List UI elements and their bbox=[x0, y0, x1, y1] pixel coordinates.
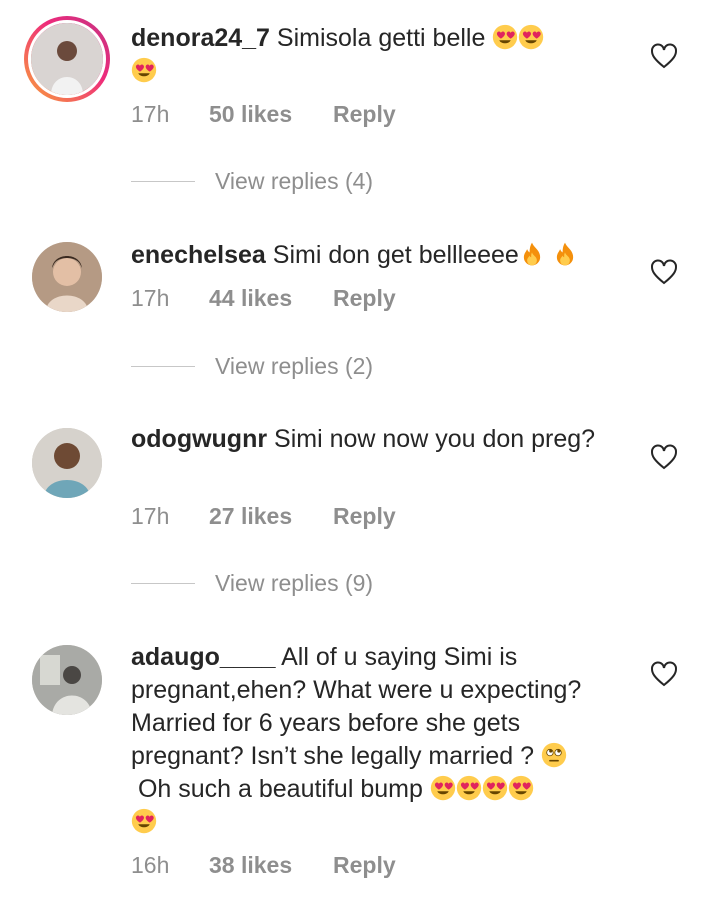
avatar[interactable] bbox=[32, 428, 102, 498]
comment-time: 17h bbox=[131, 101, 170, 127]
comment-username[interactable]: odogwugnr bbox=[131, 425, 267, 453]
heart-eyes-emoji bbox=[492, 24, 518, 50]
comment-meta: 16h 38 likes Reply bbox=[131, 852, 396, 879]
view-replies-label: View replies (4) bbox=[215, 167, 374, 194]
comment-body-continued: Oh such a beautiful bump bbox=[137, 775, 423, 803]
heart-eyes-emoji bbox=[131, 57, 157, 83]
comment-meta: 17h 50 likes Reply bbox=[131, 101, 396, 128]
comment-text: denora24_7 Simisola getti belle bbox=[131, 22, 631, 88]
avatar[interactable] bbox=[32, 645, 102, 715]
comment-username[interactable]: enechelsea bbox=[131, 241, 266, 269]
view-replies-label: View replies (9) bbox=[215, 569, 374, 596]
comment-meta: 17h 44 likes Reply bbox=[131, 285, 396, 312]
eye-roll-emoji bbox=[541, 742, 567, 768]
comment-text: enechelsea Simi don get bellleeee bbox=[131, 239, 631, 272]
heart-icon[interactable] bbox=[650, 444, 678, 470]
divider bbox=[131, 180, 195, 182]
comment-time: 17h bbox=[131, 285, 170, 311]
view-replies-button[interactable]: View replies (2) bbox=[131, 351, 373, 381]
comment-text: odogwugnr Simi now now you don preg? bbox=[131, 423, 631, 456]
avatar[interactable] bbox=[24, 16, 110, 102]
fire-emoji bbox=[519, 241, 545, 267]
reply-button[interactable]: Reply bbox=[333, 101, 396, 128]
comment-body: Simi don get bellleeee bbox=[272, 241, 519, 269]
view-replies-label: View replies (2) bbox=[215, 352, 374, 379]
comment-text: adaugo____ All of u saying Simi is pregn… bbox=[131, 641, 631, 839]
heart-icon[interactable] bbox=[650, 259, 678, 285]
view-replies-button[interactable]: View replies (9) bbox=[131, 568, 373, 598]
heart-eyes-emoji bbox=[518, 24, 544, 50]
profile-photo bbox=[32, 645, 102, 715]
profile-photo bbox=[32, 242, 102, 312]
comment-likes[interactable]: 27 likes bbox=[209, 503, 333, 530]
heart-eyes-emoji bbox=[508, 775, 534, 801]
profile-photo bbox=[32, 428, 102, 498]
reply-button[interactable]: Reply bbox=[333, 503, 396, 530]
comment-meta: 17h 27 likes Reply bbox=[131, 503, 396, 530]
comment-time: 16h bbox=[131, 852, 170, 878]
comment-time: 17h bbox=[131, 503, 170, 529]
avatar[interactable] bbox=[32, 242, 102, 312]
reply-button[interactable]: Reply bbox=[333, 852, 396, 879]
heart-icon[interactable] bbox=[650, 43, 678, 69]
profile-photo bbox=[31, 23, 103, 95]
comment-likes[interactable]: 44 likes bbox=[209, 285, 333, 312]
comment-username[interactable]: denora24_7 bbox=[131, 24, 270, 52]
view-replies-button[interactable]: View replies (4) bbox=[131, 166, 373, 196]
reply-button[interactable]: Reply bbox=[333, 285, 396, 312]
comment-body: Simisola getti belle bbox=[276, 24, 486, 52]
fire-emoji bbox=[552, 241, 578, 267]
heart-eyes-emoji bbox=[430, 775, 456, 801]
divider bbox=[131, 365, 195, 367]
comment-body: Simi now now you don preg? bbox=[274, 425, 596, 453]
divider bbox=[131, 582, 195, 584]
comment-likes[interactable]: 50 likes bbox=[209, 101, 333, 128]
comment-username[interactable]: adaugo____ bbox=[131, 643, 276, 671]
comment-likes[interactable]: 38 likes bbox=[209, 852, 333, 879]
heart-eyes-emoji bbox=[131, 808, 157, 834]
heart-eyes-emoji bbox=[482, 775, 508, 801]
heart-icon[interactable] bbox=[650, 661, 678, 687]
heart-eyes-emoji bbox=[456, 775, 482, 801]
